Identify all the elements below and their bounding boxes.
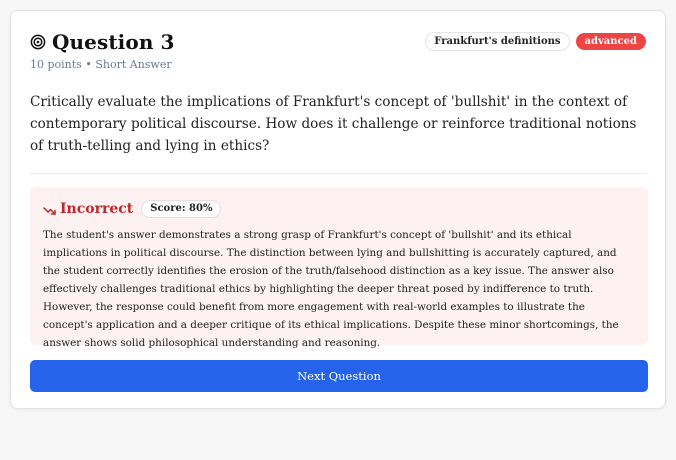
points-label: 10 points	[30, 58, 82, 71]
feedback-panel: Incorrect Score: 80% The student's answe…	[30, 187, 648, 349]
badge-group: Frankfurt's definitions advanced	[425, 32, 646, 51]
question-title: Question 3	[52, 30, 175, 54]
feedback-text: The student's answer demonstrates a stro…	[43, 229, 619, 349]
feedback-status: Incorrect	[60, 201, 134, 217]
feedback-header: Incorrect Score: 80%	[43, 199, 636, 219]
question-card: Question 3 10 points • Short Answer Fran…	[10, 10, 666, 409]
meta-separator: •	[85, 58, 92, 71]
topic-badge: Frankfurt's definitions	[425, 32, 570, 51]
next-question-button[interactable]: Next Question	[30, 360, 648, 392]
question-meta: 10 points • Short Answer	[30, 58, 646, 71]
question-prompt: Critically evaluate the implications of …	[30, 94, 637, 154]
divider	[30, 173, 646, 174]
question-type: Short Answer	[95, 58, 172, 71]
target-icon	[30, 34, 46, 50]
score-badge: Score: 80%	[141, 200, 222, 218]
difficulty-badge: advanced	[575, 33, 646, 50]
trending-down-icon	[43, 203, 56, 216]
question-header: Question 3 10 points • Short Answer Fran…	[30, 30, 646, 80]
